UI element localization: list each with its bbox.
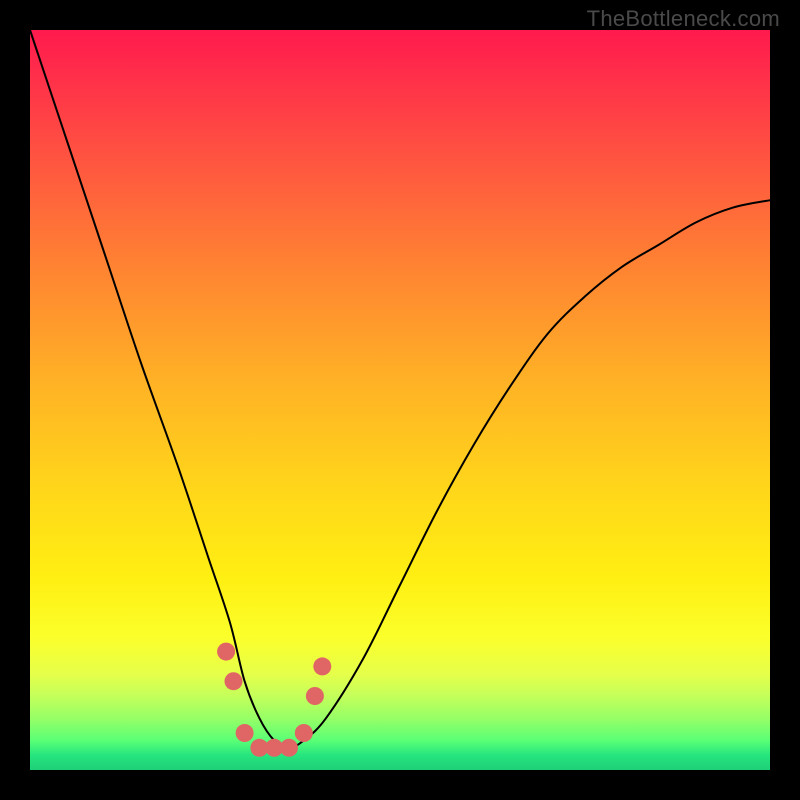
chart-frame: TheBottleneck.com — [0, 0, 800, 800]
curve-marker — [313, 657, 331, 675]
curve-marker — [306, 687, 324, 705]
curve-markers — [217, 643, 331, 757]
curve-marker — [280, 739, 298, 757]
bottleneck-curve — [30, 30, 770, 748]
curve-layer — [30, 30, 770, 770]
curve-marker — [225, 672, 243, 690]
plot-area — [30, 30, 770, 770]
curve-marker — [236, 724, 254, 742]
curve-marker — [217, 643, 235, 661]
curve-marker — [295, 724, 313, 742]
watermark-text: TheBottleneck.com — [587, 6, 780, 32]
